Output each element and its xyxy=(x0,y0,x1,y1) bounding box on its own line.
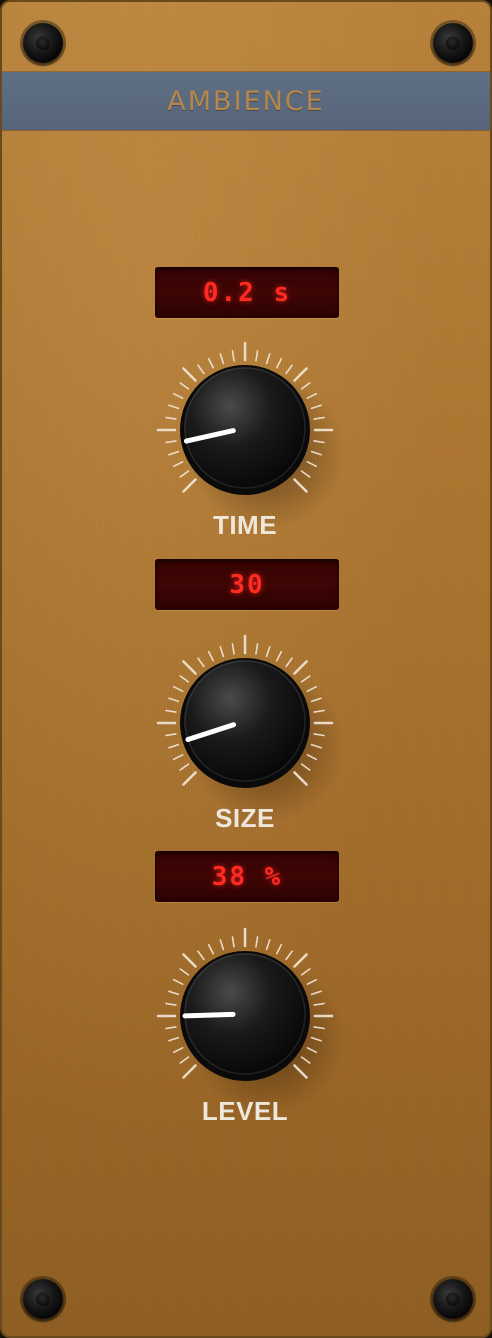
scale-tick xyxy=(219,646,225,658)
scale-tick xyxy=(179,1056,190,1064)
scale-tick xyxy=(179,382,190,390)
scale-tick xyxy=(293,953,308,968)
scale-tick xyxy=(231,350,235,362)
scale-tick xyxy=(207,357,215,369)
scale-tick xyxy=(168,404,180,410)
scale-tick xyxy=(231,643,235,655)
scale-tick xyxy=(275,943,283,955)
scale-tick xyxy=(179,968,190,976)
scale-tick xyxy=(165,709,177,713)
scale-tick xyxy=(293,660,308,675)
scale-tick xyxy=(179,470,190,478)
level-label: LEVEL xyxy=(201,1096,289,1126)
time-knob[interactable] xyxy=(145,330,345,530)
scale-tick xyxy=(265,939,271,951)
scale-tick xyxy=(165,440,177,444)
scale-tick xyxy=(293,367,308,382)
scale-tick xyxy=(172,753,184,761)
scale-tick xyxy=(179,675,190,683)
level-value: 38 % xyxy=(211,861,283,892)
scale-tick xyxy=(207,650,215,662)
scale-tick xyxy=(285,657,293,668)
scale-tick xyxy=(197,364,205,375)
module-title-bar: AMBIENCE xyxy=(2,72,490,130)
scale-tick xyxy=(172,392,184,400)
size-knob-graphic xyxy=(156,634,345,823)
scale-tick xyxy=(275,650,283,662)
scale-tick xyxy=(172,1046,184,1054)
time-knob-graphic xyxy=(156,341,345,530)
scale-tick xyxy=(168,990,180,996)
screw-top-right-icon xyxy=(433,23,473,63)
scale-tick xyxy=(255,643,259,655)
scale-tick xyxy=(165,416,177,420)
time-label: TIME xyxy=(212,510,278,540)
scale-tick xyxy=(168,450,180,456)
scale-tick xyxy=(165,1026,177,1030)
scale-tick xyxy=(182,478,197,493)
scale-tick xyxy=(219,939,225,951)
scale-tick xyxy=(255,350,259,362)
scale-tick xyxy=(182,367,197,382)
scale-tick xyxy=(197,657,205,668)
scale-tick xyxy=(168,697,180,703)
scale-tick xyxy=(168,1036,180,1042)
time-value: 0.2 s xyxy=(202,277,292,308)
scale-tick xyxy=(172,978,184,986)
level-knob[interactable] xyxy=(145,916,345,1116)
scale-tick xyxy=(172,460,184,468)
scale-tick xyxy=(197,950,205,961)
scale-tick xyxy=(255,936,259,948)
scale-tick xyxy=(207,943,215,955)
scale-tick xyxy=(265,646,271,658)
scale-tick xyxy=(179,763,190,771)
scale-tick xyxy=(165,733,177,737)
module-title: AMBIENCE xyxy=(167,85,325,117)
scale-tick xyxy=(219,353,225,365)
scale-tick xyxy=(285,950,293,961)
ambience-module-panel: AMBIENCE 0.2 s TIME 30 SIZE 38 % LEVEL xyxy=(0,0,492,1338)
size-label: SIZE xyxy=(215,803,275,833)
time-value-display: 0.2 s xyxy=(155,267,339,318)
scale-tick xyxy=(165,1002,177,1006)
scale-tick xyxy=(231,936,235,948)
size-knob[interactable] xyxy=(145,623,345,823)
scale-tick xyxy=(265,353,271,365)
screw-bottom-left-icon xyxy=(23,1279,63,1319)
size-value-display: 30 xyxy=(155,559,339,610)
scale-tick xyxy=(182,660,197,675)
level-knob-graphic xyxy=(156,927,345,1116)
screw-top-left-icon xyxy=(23,23,63,63)
level-value-display: 38 % xyxy=(155,851,339,902)
scale-tick xyxy=(182,1064,197,1079)
scale-tick xyxy=(182,953,197,968)
scale-tick xyxy=(182,771,197,786)
knob-indicator xyxy=(182,1011,236,1019)
screw-bottom-right-icon xyxy=(433,1279,473,1319)
scale-tick xyxy=(275,357,283,369)
scale-tick xyxy=(172,685,184,693)
size-value: 30 xyxy=(229,569,265,600)
scale-tick xyxy=(285,364,293,375)
scale-tick xyxy=(168,743,180,749)
